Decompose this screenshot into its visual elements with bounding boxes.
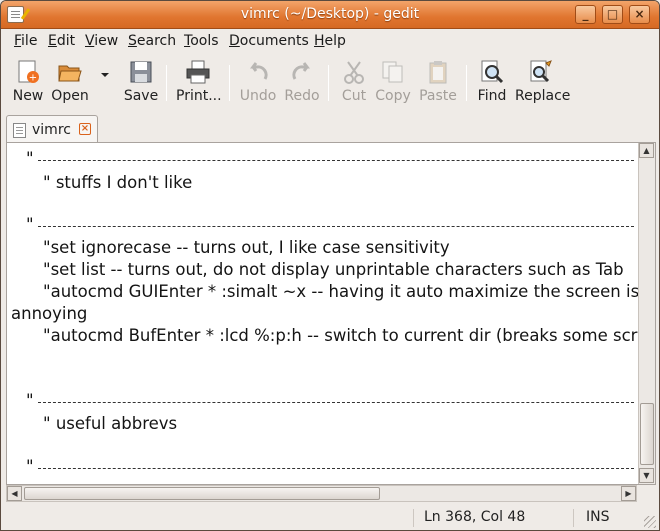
save-button[interactable]: Save — [123, 59, 159, 107]
scroll-left-arrow-icon[interactable]: ◀ — [7, 486, 22, 501]
code-line: " — [26, 149, 34, 168]
chevron-down-icon — [100, 59, 110, 85]
dashed-rule — [38, 226, 634, 227]
copy-icon — [380, 59, 406, 85]
status-bar: Ln 368, Col 48 INS — [1, 505, 659, 530]
window-title: vimrc (~/Desktop) - gedit — [240, 6, 420, 22]
clipboard-icon — [425, 59, 451, 85]
find-button[interactable]: Find — [475, 59, 509, 107]
toolbar-separator — [466, 65, 467, 101]
undo-icon — [245, 59, 271, 85]
print-button[interactable]: Print... — [176, 59, 222, 107]
replace-button[interactable]: Replace — [515, 59, 570, 107]
toolbar-separator — [229, 65, 230, 101]
code-line: "autocmd GUIEnter * :simalt ~x -- having… — [43, 282, 640, 301]
cursor-position: Ln 368, Col 48 — [424, 509, 526, 525]
new-button[interactable]: + New — [9, 59, 47, 107]
dashed-rule — [38, 468, 634, 469]
redo-icon — [289, 59, 315, 85]
close-tab-icon[interactable]: × — [79, 123, 91, 135]
scroll-up-arrow-icon[interactable]: ▲ — [639, 143, 654, 158]
document-tabs: vimrc × — [1, 109, 659, 145]
maximize-button[interactable]: □ — [602, 5, 623, 24]
gedit-window: vimrc (~/Desktop) - gedit _ □ × File Edi… — [0, 0, 660, 531]
toolbar-separator — [166, 65, 167, 101]
new-document-icon: + — [15, 59, 41, 85]
find-magnifier-icon — [479, 59, 505, 85]
horizontal-scroll-thumb[interactable] — [24, 487, 380, 500]
menu-search[interactable]: Search — [128, 33, 176, 49]
paste-button[interactable]: Paste — [418, 59, 458, 107]
svg-text:+: + — [29, 73, 37, 84]
undo-button[interactable]: Undo — [239, 59, 277, 107]
insert-mode: INS — [586, 509, 610, 525]
open-recent-dropdown[interactable] — [97, 59, 113, 107]
code-line: annoying — [11, 304, 88, 323]
menu-bar: File Edit View Search Tools Documents He… — [1, 29, 659, 53]
find-replace-icon — [528, 59, 554, 85]
code-line: "set list -- turns out, do not display u… — [43, 260, 624, 279]
dashed-rule — [38, 402, 634, 403]
text-document-icon — [13, 123, 26, 138]
text-editor[interactable]: " " stuffs I don't like " "set ignorecas… — [6, 142, 656, 485]
title-bar[interactable]: vimrc (~/Desktop) - gedit _ □ × — [1, 1, 659, 29]
scroll-down-arrow-icon[interactable]: ▼ — [639, 468, 654, 483]
tab-label: vimrc — [32, 122, 71, 138]
folder-open-icon — [57, 59, 83, 85]
code-line: " — [26, 215, 34, 234]
code-line: "autocmd BufEnter * :lcd %:p:h -- switch… — [43, 326, 656, 345]
tab-vimrc[interactable]: vimrc × — [6, 115, 98, 145]
code-line: " stuffs I don't like — [43, 173, 193, 192]
menu-edit[interactable]: Edit — [48, 33, 75, 49]
horizontal-scrollbar[interactable]: ◀ ▶ — [6, 485, 637, 502]
cut-button[interactable]: Cut — [336, 59, 372, 107]
minimize-button[interactable]: _ — [575, 5, 596, 24]
menu-help[interactable]: Help — [314, 33, 346, 49]
scroll-right-arrow-icon[interactable]: ▶ — [621, 486, 636, 501]
copy-button[interactable]: Copy — [374, 59, 412, 107]
printer-icon — [185, 59, 211, 85]
code-line: " — [26, 391, 34, 410]
menu-view[interactable]: View — [85, 33, 118, 49]
vertical-scrollbar[interactable]: ▲ ▼ — [638, 143, 655, 484]
vertical-scroll-thumb[interactable] — [640, 403, 654, 465]
menu-tools[interactable]: Tools — [184, 33, 219, 49]
code-line: "set ignorecase -- turns out, I like cas… — [43, 238, 450, 257]
redo-button[interactable]: Redo — [283, 59, 321, 107]
toolbar-separator — [328, 65, 329, 101]
floppy-disk-icon — [128, 59, 154, 85]
toolbar: + New Open Save Print... Undo Redo Cut C… — [1, 53, 659, 109]
code-line: " useful abbrevs — [43, 414, 178, 433]
status-divider — [413, 509, 414, 527]
close-button[interactable]: × — [629, 5, 650, 24]
code-line: " — [26, 457, 34, 476]
resize-grip-icon[interactable] — [644, 516, 656, 528]
menu-documents[interactable]: Documents — [229, 33, 309, 49]
dashed-rule — [38, 160, 634, 161]
open-button[interactable]: Open — [51, 59, 89, 107]
menu-file[interactable]: File — [14, 33, 37, 49]
status-divider — [573, 509, 574, 527]
scissors-icon — [341, 59, 367, 85]
